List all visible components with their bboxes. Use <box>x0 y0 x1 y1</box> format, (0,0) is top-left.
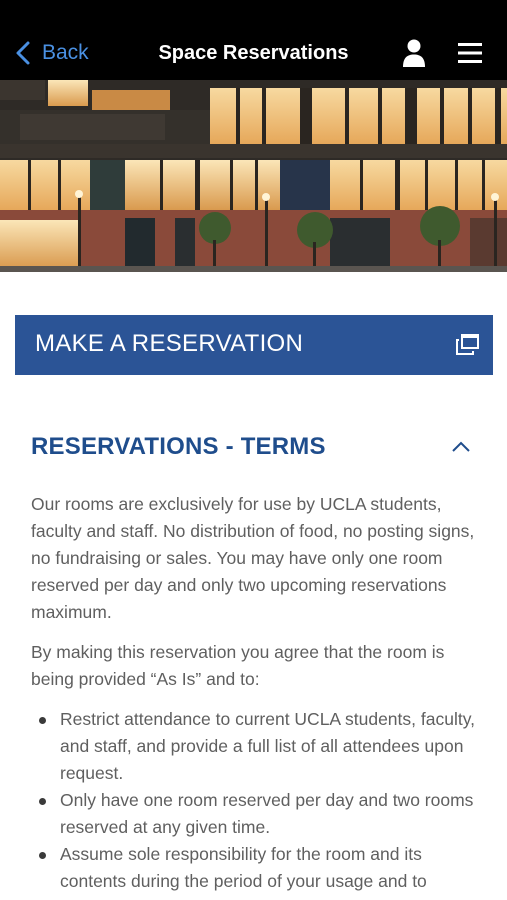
space-reservations-screen: Back Space Reservations MAKE A RESERVATI… <box>0 0 507 900</box>
make-reservation-label: MAKE A RESERVATION <box>35 330 304 357</box>
back-label: Back <box>42 41 89 64</box>
terms-content: Our rooms are exclusively for use by UCL… <box>31 491 481 895</box>
list-item-text: Only have one room reserved per day and … <box>60 790 474 837</box>
make-reservation-button[interactable]: MAKE A RESERVATION <box>15 315 493 375</box>
bullet-icon <box>39 852 46 859</box>
page-title: Space Reservations <box>158 42 349 64</box>
terms-agreement-paragraph: By making this reservation you agree tha… <box>31 642 445 689</box>
user-icon[interactable] <box>401 38 427 68</box>
list-item: Assume sole responsibility for the room … <box>31 841 481 895</box>
building-exterior-night-photo <box>0 80 507 272</box>
list-item-text: Assume sole responsibility for the room … <box>60 844 427 891</box>
list-item: Only have one room reserved per day and … <box>31 787 481 841</box>
hero-image <box>0 80 507 272</box>
hamburger-menu-icon[interactable] <box>456 40 484 66</box>
bullet-icon <box>39 717 46 724</box>
bullet-icon <box>39 798 46 805</box>
navigation-bar: Back Space Reservations <box>0 0 507 80</box>
external-window-icon <box>456 334 479 355</box>
back-button[interactable]: Back <box>14 36 89 70</box>
terms-intro-paragraph: Our rooms are exclusively for use by UCL… <box>31 494 475 622</box>
chevron-up-icon <box>452 441 470 452</box>
list-item-text: Restrict attendance to current UCLA stud… <box>60 709 476 783</box>
terms-list: Restrict attendance to current UCLA stud… <box>31 706 481 895</box>
terms-section-toggle[interactable]: RESERVATIONS - TERMS <box>31 428 481 466</box>
list-item: Restrict attendance to current UCLA stud… <box>31 706 481 787</box>
chevron-left-icon <box>16 41 30 65</box>
terms-title: RESERVATIONS - TERMS <box>31 433 326 460</box>
